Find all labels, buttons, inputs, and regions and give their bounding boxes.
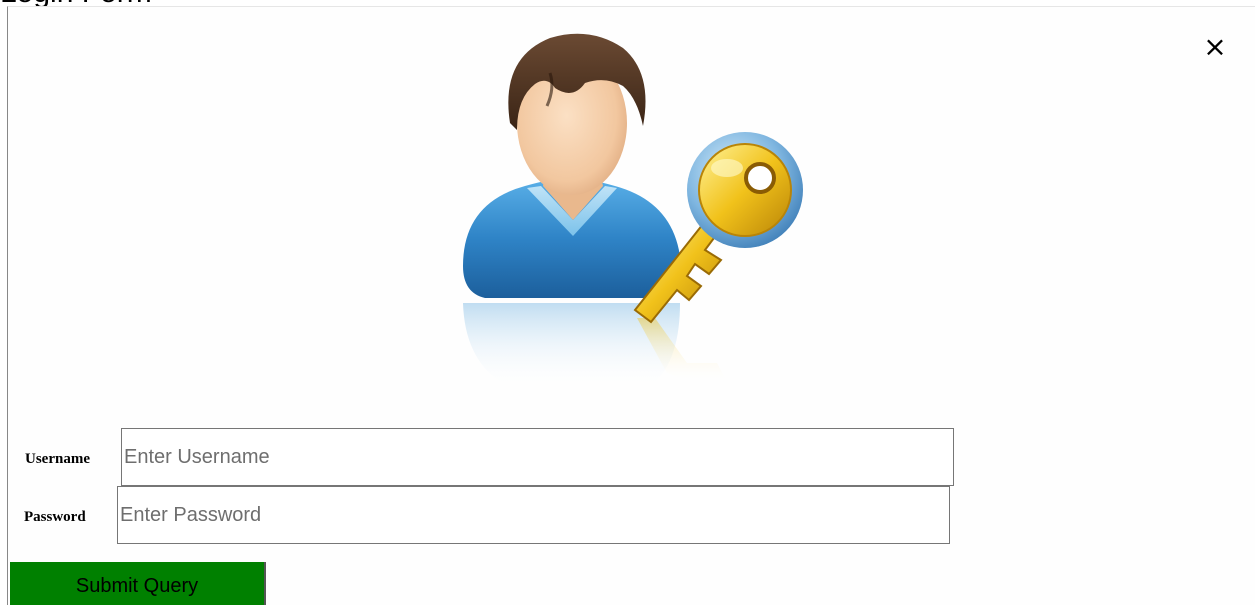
login-page: Login Form × xyxy=(0,0,1255,605)
password-input[interactable] xyxy=(117,486,950,544)
user-key-avatar-icon xyxy=(455,28,815,398)
username-input[interactable] xyxy=(121,428,954,486)
submit-button[interactable]: Submit Query xyxy=(10,562,266,605)
username-label: Username xyxy=(25,451,90,467)
close-icon[interactable]: × xyxy=(1200,30,1230,64)
password-label: Password xyxy=(24,509,86,525)
